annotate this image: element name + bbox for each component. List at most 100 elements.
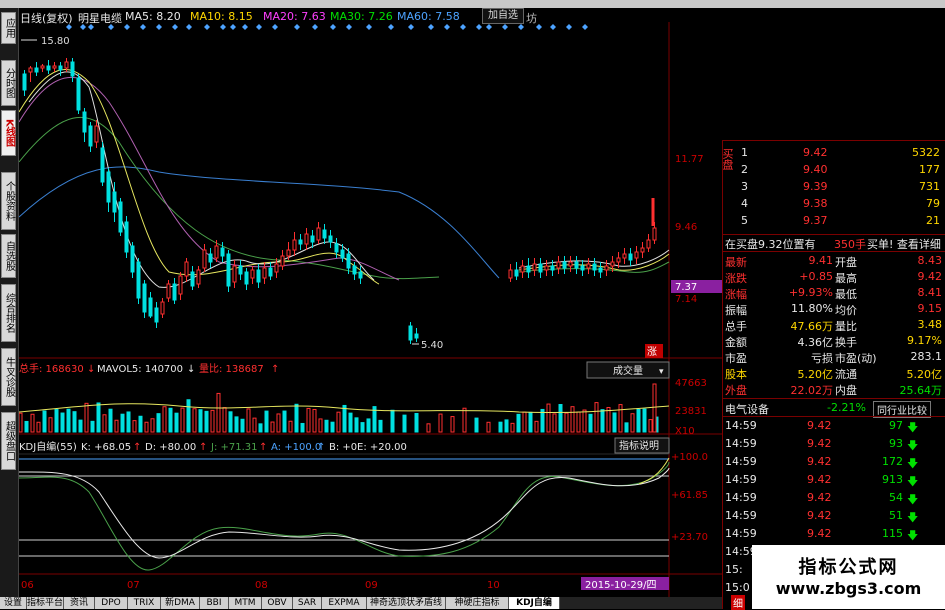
volume-bar bbox=[474, 417, 479, 433]
candle-body bbox=[76, 77, 81, 111]
volume-label-3: X10 bbox=[675, 426, 695, 437]
indicator-tab[interactable]: DPO bbox=[95, 597, 128, 609]
indicator-tab-bar: 设置 指标平台 资讯 DPO TRIX 新DMA BBI MTM OBV SAR EXPMA 神奇选顶… bbox=[0, 597, 722, 609]
indicator-tab[interactable]: 资讯 bbox=[64, 597, 95, 609]
candle-body bbox=[178, 275, 183, 295]
volume-bar bbox=[30, 413, 35, 433]
order-book-row[interactable]: 2 9.40 177 bbox=[723, 163, 945, 177]
candle-body bbox=[58, 65, 63, 71]
volume-bar bbox=[222, 407, 227, 433]
candle-body bbox=[544, 265, 549, 271]
date-axis: 06 07 08 09 10 2015-10-29/四 bbox=[21, 577, 669, 591]
candle-body bbox=[130, 245, 135, 273]
quote-value: 8.43 bbox=[917, 254, 943, 267]
candle-body bbox=[652, 227, 657, 241]
indicator-tab[interactable]: 神奇选顶状矛盾线 bbox=[367, 597, 446, 609]
tab-intraday[interactable]: 分时图 bbox=[1, 60, 16, 106]
order-book-row[interactable]: 3 9.39 731 bbox=[723, 180, 945, 194]
volume-bar bbox=[288, 420, 293, 433]
zhang-badge: 涨 bbox=[647, 346, 657, 358]
quote-panel: 买盘 1 9.42 5322 2 9.40 177 3 9.39 731 4 9.38 79 5 9.37… bbox=[721, 140, 945, 610]
kdj-b: B: +0 bbox=[329, 442, 357, 453]
signal-diamond bbox=[124, 24, 130, 30]
tick-time: 14:59 bbox=[725, 509, 757, 522]
date-label-10: 10 bbox=[487, 580, 500, 591]
svg-text:↑: ↑ bbox=[271, 364, 279, 375]
tick-row: 14:59 9.42 172 🡇 bbox=[723, 455, 945, 470]
candle-body bbox=[244, 271, 249, 285]
order-book-row[interactable]: 5 9.37 21 bbox=[723, 214, 945, 228]
svg-text:指标说明: 指标说明 bbox=[619, 439, 659, 452]
watermark-title: 指标公式网 bbox=[798, 557, 899, 578]
signal-diamond bbox=[330, 24, 336, 30]
volume-axis: 47663 23831 X10 bbox=[675, 378, 707, 437]
candle-body bbox=[286, 249, 291, 257]
kdj-header: KDJ自编(55) K: +68.05 ↑ D: +80.00 ↑ J: +71… bbox=[19, 440, 407, 453]
tick-volume: 115 bbox=[882, 527, 903, 540]
signal-diamond bbox=[502, 24, 508, 30]
volume-bar bbox=[336, 411, 341, 433]
volume-select[interactable]: 成交量 ▾ bbox=[586, 361, 670, 379]
candle-body bbox=[346, 253, 351, 269]
quote-label: 振幅 bbox=[725, 304, 747, 317]
indicator-tab[interactable]: BBI bbox=[200, 597, 229, 609]
indicator-tab[interactable]: 神硬庄指标 bbox=[446, 597, 509, 609]
indicator-tab[interactable]: SAR bbox=[293, 597, 322, 609]
candle-body bbox=[580, 265, 585, 271]
volume-bar bbox=[84, 402, 89, 433]
tab-watchlist[interactable]: 自选股 bbox=[1, 234, 16, 278]
candle-body bbox=[100, 147, 105, 183]
volume-bar bbox=[558, 404, 563, 433]
down-arrow-icon: 🡇 bbox=[907, 457, 919, 470]
indicator-tab[interactable]: TRIX bbox=[128, 597, 161, 609]
kdj-lines bbox=[19, 457, 670, 571]
signal-diamond bbox=[66, 24, 72, 30]
indicator-tab[interactable]: 指标平台 bbox=[27, 597, 64, 609]
tick-row: 14:59 9.42 93 🡇 bbox=[723, 437, 945, 452]
tab-super-level[interactable]: 超级盘口 bbox=[1, 412, 16, 470]
candle-body bbox=[256, 269, 261, 283]
order-book-row[interactable]: 1 9.42 5322 bbox=[723, 146, 945, 160]
kdj-title: KDJ自编(55) bbox=[19, 440, 77, 453]
tab-apps[interactable]: 应用 bbox=[1, 12, 16, 44]
indicator-tab[interactable]: 设置 bbox=[0, 597, 27, 609]
indicator-tab[interactable]: EXPMA bbox=[322, 597, 367, 609]
kdj-label-1: +100.0 bbox=[671, 452, 708, 463]
tick-row: 14:59 9.42 115 🡇 bbox=[723, 527, 945, 542]
volume-bar bbox=[486, 421, 491, 433]
kdj-d: D: +80.00 bbox=[145, 442, 196, 453]
kdj-help-button[interactable]: 指标说明 bbox=[614, 437, 670, 454]
candle-body bbox=[124, 221, 129, 253]
quote-value: 9.42 bbox=[917, 270, 943, 283]
indicator-tab[interactable]: MTM bbox=[229, 597, 262, 609]
order-price: 9.37 bbox=[803, 214, 828, 227]
price-label-4: 7.14 bbox=[675, 294, 697, 305]
candle-body bbox=[328, 235, 333, 243]
order-summary-row[interactable]: 在买盘9.32位置有 350手 买单! 查看详细 bbox=[723, 236, 945, 252]
detail-tab[interactable]: 细 bbox=[731, 595, 745, 610]
tab-ranking[interactable]: 综合排名 bbox=[1, 284, 16, 342]
volume-bar bbox=[150, 418, 155, 433]
tick-row: 14:59 9.42 54 🡇 bbox=[723, 491, 945, 506]
indicator-tab[interactable]: 新DMA bbox=[161, 597, 200, 609]
quote-label: 外盘 bbox=[725, 384, 747, 397]
kline-chart[interactable]: 15.80 5.40 11.77 9.46 7.37 7.14 涨 总手: 16… bbox=[19, 22, 722, 597]
order-summary-action[interactable]: 买单! 查看详细 bbox=[867, 236, 941, 252]
volume-bar bbox=[528, 411, 533, 433]
tab-stock-info[interactable]: 个股资料 bbox=[1, 172, 16, 230]
volume-label-2: 23831 bbox=[675, 406, 707, 417]
down-arrow-icon: 🡇 bbox=[907, 475, 919, 488]
volume-bar bbox=[450, 416, 455, 433]
candle-body bbox=[88, 125, 93, 147]
order-book-row[interactable]: 4 9.38 79 bbox=[723, 197, 945, 211]
mavol-label: MAVOL5: 140700 bbox=[97, 364, 183, 375]
svg-text:▾: ▾ bbox=[659, 367, 664, 377]
indicator-tab[interactable]: OBV bbox=[262, 597, 293, 609]
candle-body bbox=[322, 229, 327, 239]
candle-body bbox=[568, 261, 573, 267]
indicator-tab[interactable]: KDJ自编 bbox=[509, 597, 560, 609]
tick-time: 15:0 bbox=[725, 581, 750, 594]
tab-diagnosis[interactable]: 牛叉诊股 bbox=[1, 348, 16, 406]
tick-time: 15: bbox=[725, 563, 743, 576]
tab-kline[interactable]: K线图 bbox=[1, 110, 16, 156]
